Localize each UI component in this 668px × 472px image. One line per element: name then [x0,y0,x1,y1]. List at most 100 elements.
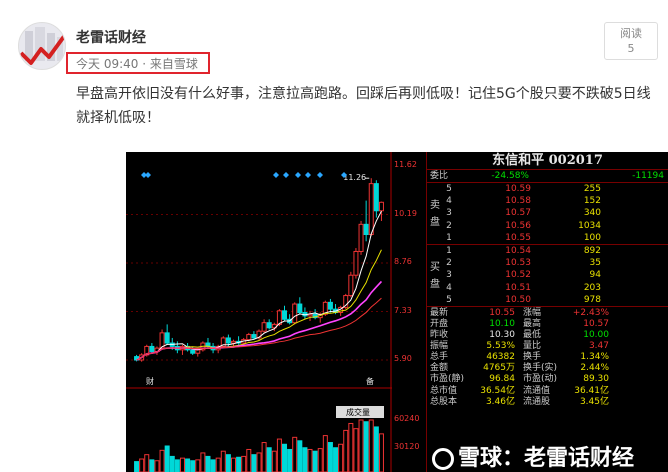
order-level-row: 1 10.55 100 [427,232,668,244]
order-level-row: 2 10.53 35 [427,257,668,269]
volume-bar [174,459,180,472]
volume-tick-label: 30120 [394,442,420,451]
order-level-index: 1 [446,245,452,256]
volume-bar [297,440,303,472]
candle-body [246,334,252,341]
stat-row: 市盈(静) 96.84 市盈(动) 89.30 [427,374,668,385]
order-level-price: 10.54 [505,245,531,256]
order-level-row: 3 10.57 340 [427,207,668,219]
volume-bar [261,442,267,472]
volume-bar [225,454,231,472]
volume-bar [358,419,364,472]
stock-chart-image[interactable]: 普通K线叩删自选均线复权画指预测▶ 11.26财备成交量 11.6210.198… [126,152,668,472]
buy-label-bottom: 盘 [430,278,440,290]
volume-bar [333,447,339,472]
sell-label-top: 卖 [430,200,440,211]
candle-body [368,183,374,236]
order-level-index: 1 [446,232,452,243]
author-name[interactable]: 老雷话财经 [76,27,146,47]
candle-body [292,303,298,324]
volume-bar [210,459,216,472]
stat-value: 5.53% [486,341,515,352]
stock-title: 东信和平 002017 [427,152,668,170]
order-level-size: 152 [583,196,601,207]
order-ratio-label: 委比 [430,171,449,181]
price-tick-label: 11.62 [394,160,417,169]
volume-bar [378,433,384,472]
stat-row: 金额 4765万 换手(实) 2.44% [427,363,668,374]
stat-value: 4765万 [483,363,515,374]
stat-label: 最高 [523,318,542,329]
stat-label: 最低 [523,330,542,341]
volume-bar [220,450,226,472]
volume-bar [287,448,293,472]
buy-label-top: 买 [430,261,440,273]
stat-row: 总市值 36.54亿 流通值 36.41亿 [427,386,668,397]
order-level-price: 10.51 [505,282,531,293]
order-level-price: 10.56 [505,220,531,231]
price-tick-label: 5.90 [394,354,412,363]
stat-label: 流通股 [523,396,551,407]
read-count: 5 [627,42,635,55]
candle-body [358,223,364,252]
order-level-price: 10.58 [505,196,531,207]
stat-value: 2.44% [580,363,609,374]
stat-value: 89.30 [583,374,609,385]
stat-label: 市盈(静) [430,374,465,385]
stat-label: 总市值 [430,385,458,396]
volume-bar [169,455,175,472]
order-ratio-row: 委比 -24.58% -11194 [427,170,668,183]
stat-label: 昨收 [430,330,449,341]
stat-value: 10.30 [489,330,515,341]
volume-bar [159,449,165,472]
volume-bar [363,421,369,472]
order-level-size: 978 [583,294,601,305]
order-level-index: 5 [446,184,452,194]
order-level-price: 10.55 [505,232,531,243]
order-level-price: 10.50 [505,294,531,305]
stat-value: 36.41亿 [574,385,609,396]
order-level-size: 255 [583,184,601,194]
volume-bar [164,445,170,472]
post-source: 来自雪球 [149,57,198,71]
volume-bar [230,457,236,472]
volume-bar [195,459,201,472]
post-time[interactable]: 今天 09:40 [76,57,138,71]
stat-value: 3.47 [588,341,609,352]
candle-body [282,310,288,320]
candle-body [195,349,201,354]
stat-value: 1.34% [580,352,609,363]
meta-separator: · [142,57,147,71]
volume-bar [236,456,242,472]
volume-bar [215,457,221,472]
volume-bar [282,443,288,472]
price-axis: 11.62 10.19 8.76 7.33 5.90 60240 30120 [392,152,422,472]
stat-row: 开盘 10.10 最高 10.57 [427,319,668,330]
volume-bar [353,428,359,472]
stat-label: 开盘 [430,318,449,329]
order-level-row: 4 10.51 203 [427,282,668,294]
volume-bar [205,455,211,472]
avatar-image [19,27,65,65]
stat-row: 总手 46382 换手 1.34% [427,352,668,363]
volume-tick-label: 60240 [394,414,420,423]
volume-bar [317,448,323,472]
volume-bar [338,443,344,472]
price-tick-label: 7.33 [394,305,412,315]
read-count-box: 阅读 5 [604,22,658,60]
stat-label: 振幅 [430,341,449,352]
volume-bar [139,458,145,472]
order-level-row: 5 10.50 978 [427,294,668,306]
candle-body [190,349,196,354]
avatar[interactable] [18,22,66,70]
order-level-price: 10.59 [505,184,531,194]
volume-bar [348,422,354,472]
order-level-size: 203 [583,282,601,293]
stat-value: +2.43% [572,307,609,318]
volume-bar [312,450,318,472]
volume-bar [307,448,313,472]
stat-value: 46382 [486,352,515,363]
stat-label: 总手 [430,352,449,363]
candle-body [363,223,369,236]
order-level-size: 35 [589,258,601,269]
